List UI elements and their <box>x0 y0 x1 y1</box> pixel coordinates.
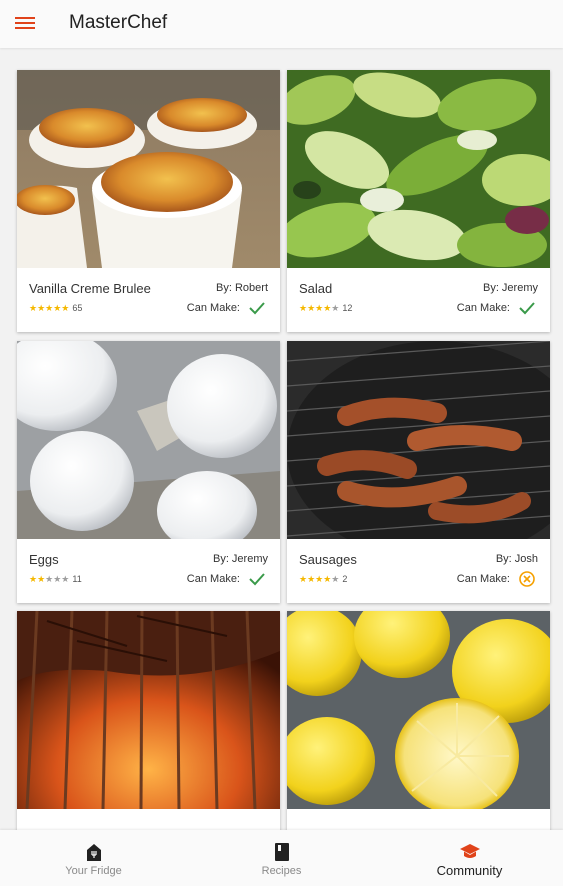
recipe-card[interactable] <box>17 611 280 830</box>
menu-icon[interactable] <box>15 15 35 31</box>
can-make-label: Can Make: <box>186 302 240 314</box>
nav-label: Recipes <box>261 865 302 877</box>
rating-count: 65 <box>72 303 83 313</box>
can-make-label: Can Make: <box>456 302 510 314</box>
recipe-author: By: Jeremy <box>482 282 538 294</box>
recipe-author: By: Josh <box>495 553 538 565</box>
recipe-card[interactable]: Vanilla Creme Brulee By: Robert ★★★★★ 65 … <box>17 70 280 332</box>
recipe-photo <box>287 341 550 539</box>
recipe-name: Sausages <box>299 552 357 567</box>
app-bar: MasterChef <box>0 0 563 48</box>
graduation-cap-icon <box>459 844 480 858</box>
can-make-label: Can Make: <box>456 573 510 585</box>
can-make-label: Can Make: <box>186 573 240 585</box>
recipe-name: Eggs <box>29 552 59 567</box>
nav-your-fridge[interactable]: Your Fridge <box>0 830 187 886</box>
rating-count: 12 <box>342 303 353 313</box>
check-icon <box>519 302 535 315</box>
app-title: MasterChef <box>69 12 168 33</box>
fridge-icon <box>86 844 101 861</box>
recipe-card[interactable]: Sausages By: Josh ★★★★★ 2 Can Make: <box>287 341 550 603</box>
nav-recipes[interactable]: Recipes <box>188 830 375 886</box>
recipe-photo <box>287 611 550 809</box>
recipe-card[interactable]: Eggs By: Jeremy ★★★★★ 11 Can Make: <box>17 341 280 603</box>
rating-stars: ★★★★★ 12 <box>299 303 353 313</box>
nav-label: Your Fridge <box>65 865 122 877</box>
cancel-circle-icon <box>519 571 535 587</box>
rating-count: 2 <box>342 574 348 584</box>
recipe-author: By: Robert <box>216 282 268 294</box>
nav-label: Community <box>436 863 503 878</box>
recipe-grid: Vanilla Creme Brulee By: Robert ★★★★★ 65 … <box>0 48 563 830</box>
rating-stars: ★★★★★ 65 <box>29 303 83 313</box>
recipe-photo <box>17 70 280 268</box>
nav-community[interactable]: Community <box>376 830 563 886</box>
rating-stars: ★★★★★ 11 <box>29 574 82 584</box>
recipe-photo <box>17 341 280 539</box>
check-icon <box>249 573 265 586</box>
recipe-card[interactable] <box>287 611 550 830</box>
check-icon <box>249 302 265 315</box>
rating-count: 11 <box>72 574 82 584</box>
recipe-author: By: Jeremy <box>212 553 268 565</box>
recipe-photo <box>17 611 280 809</box>
rating-stars: ★★★★★ 2 <box>299 574 348 584</box>
recipe-name: Salad <box>299 281 333 296</box>
recipe-name: Vanilla Creme Brulee <box>29 281 151 296</box>
recipe-card[interactable]: Salad By: Jeremy ★★★★★ 12 Can Make: <box>287 70 550 332</box>
recipe-photo <box>287 70 550 268</box>
book-icon <box>274 843 289 861</box>
bottom-navigation: Your Fridge Recipes Community <box>0 830 563 886</box>
